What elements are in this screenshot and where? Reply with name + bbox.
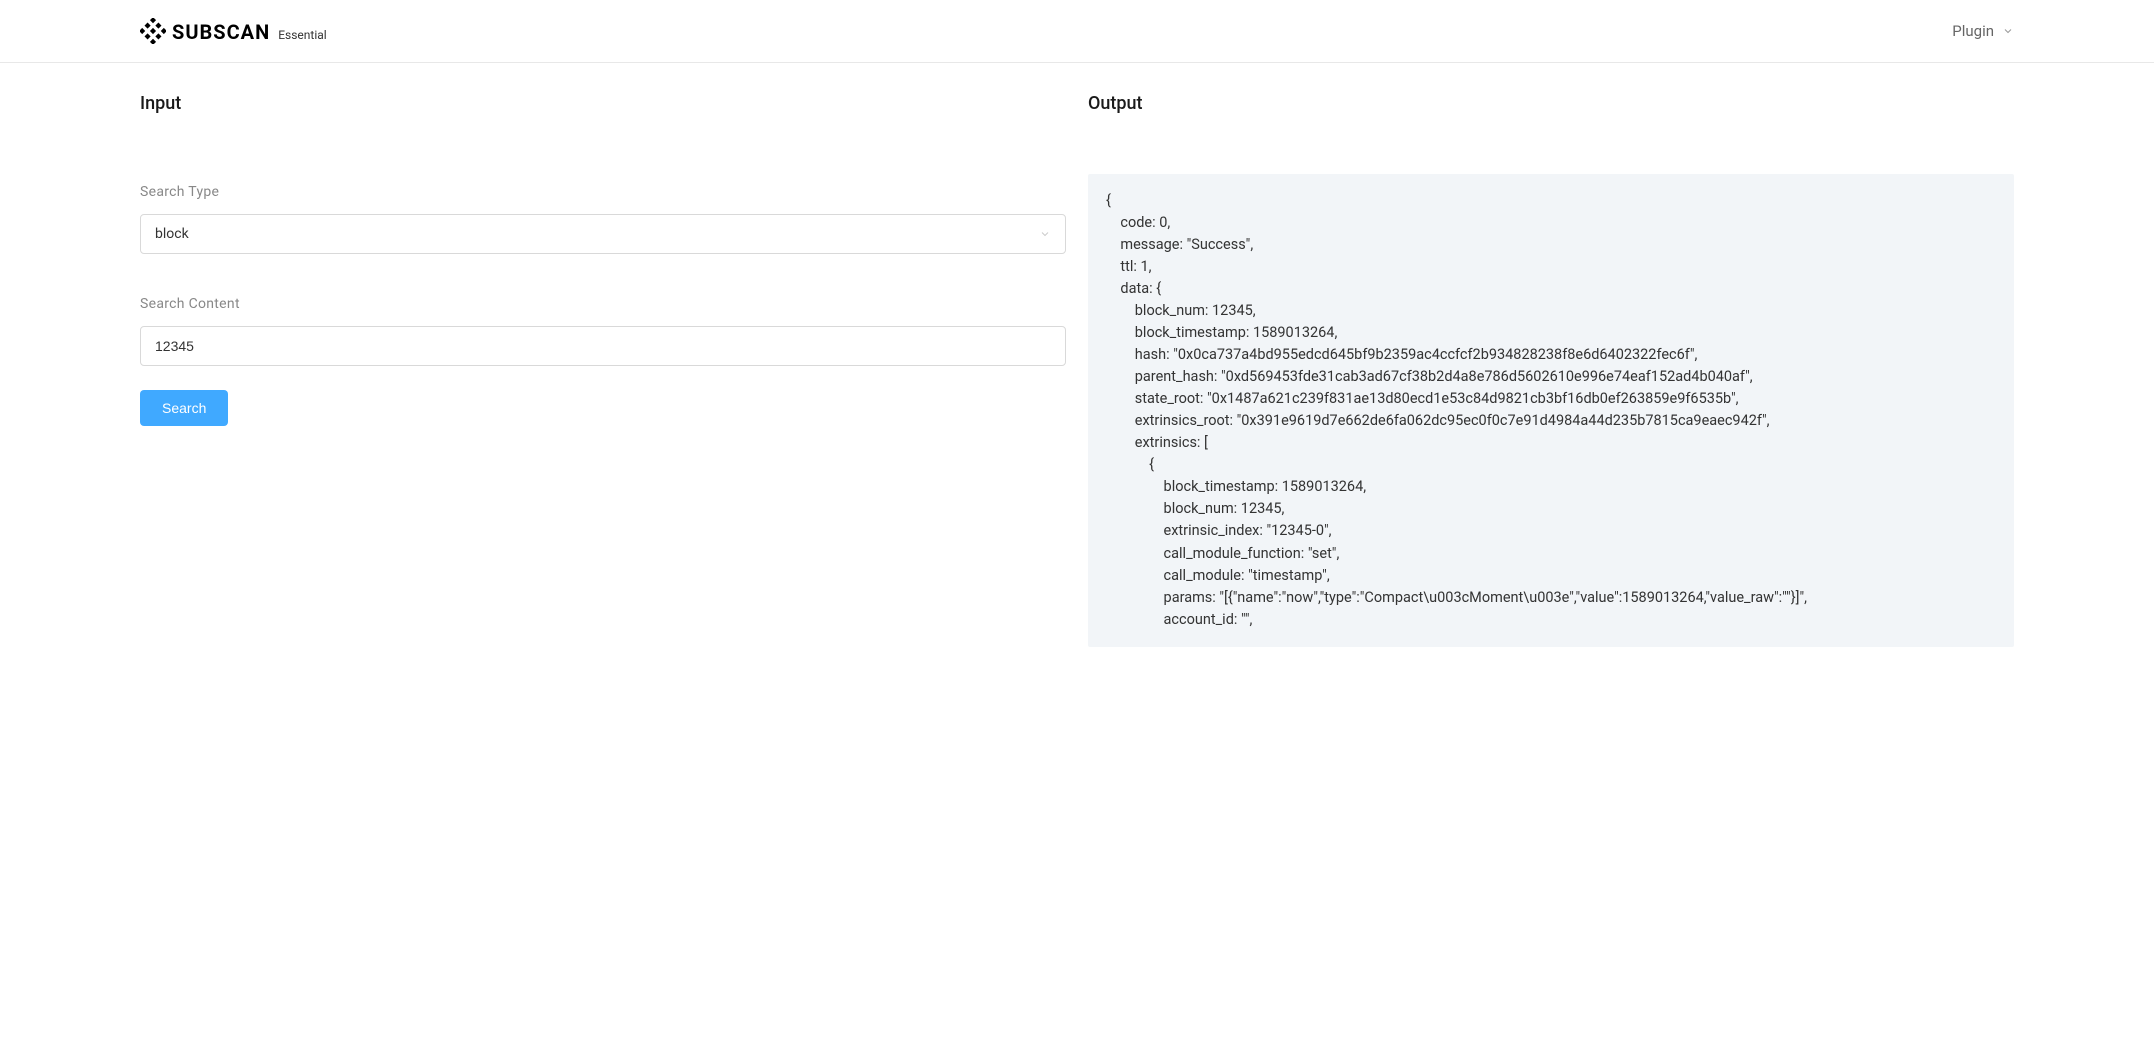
search-content-input[interactable] (140, 326, 1066, 366)
search-type-select[interactable]: block (140, 214, 1066, 254)
header: SUBSCAN Essential Plugin (0, 0, 2154, 63)
output-title: Output (1088, 93, 2014, 114)
output-panel: Output { code: 0, message: "Success", tt… (1088, 93, 2014, 647)
chevron-down-icon (1039, 228, 1051, 240)
input-title: Input (140, 93, 1066, 114)
chevron-down-icon (2002, 25, 2014, 37)
logo[interactable]: SUBSCAN Essential (140, 18, 327, 44)
main-content: Input Search Type block Search Content S… (0, 63, 2154, 677)
logo-icon (140, 18, 166, 44)
search-content-label: Search Content (140, 296, 1066, 312)
output-code: { code: 0, message: "Success", ttl: 1, d… (1088, 174, 2014, 647)
plugin-menu[interactable]: Plugin (1952, 22, 2014, 40)
brand-name: SUBSCAN (172, 20, 270, 44)
search-type-label: Search Type (140, 184, 1066, 200)
input-panel: Input Search Type block Search Content S… (140, 93, 1066, 647)
search-button[interactable]: Search (140, 390, 228, 426)
plugin-label: Plugin (1952, 22, 1994, 40)
search-type-select-wrapper: block (140, 214, 1066, 254)
brand-suffix: Essential (278, 28, 327, 44)
search-type-value: block (155, 226, 189, 242)
